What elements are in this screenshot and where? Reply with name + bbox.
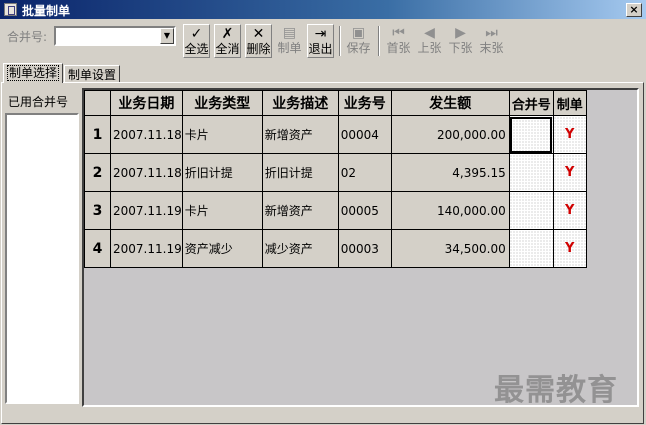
cell-date[interactable]: 2007.11.19 — [110, 191, 183, 230]
first-page-icon: ⏮ — [392, 25, 405, 41]
select-all-label: 全选 — [184, 42, 209, 56]
first-page-label: 首张 — [386, 41, 411, 55]
header-amount[interactable]: 发生额 — [390, 90, 510, 116]
delete-icon: ✕ — [252, 26, 265, 42]
cell-merge-number[interactable] — [508, 115, 554, 154]
table-row[interactable]: 2 2007.11.18 折旧计提 折旧计提 02 4,395.15 Y — [84, 153, 587, 192]
cell-make-flag[interactable]: Y — [552, 191, 587, 230]
prev-page-icon: ◀ — [424, 25, 435, 41]
close-button[interactable]: × — [626, 3, 642, 17]
prev-page-label: 上张 — [417, 41, 442, 55]
voucher-table: 业务日期 业务类型 业务描述 业务号 发生额 合并号 制单 1 2007.11.… — [84, 90, 587, 268]
cell-description[interactable]: 新增资产 — [261, 115, 339, 154]
last-page-label: 末张 — [479, 41, 504, 55]
cell-type[interactable]: 卡片 — [181, 115, 263, 154]
cell-merge-number[interactable] — [508, 191, 554, 230]
cell-make-flag[interactable]: Y — [552, 115, 587, 154]
cell-merge-number[interactable] — [508, 153, 554, 192]
header-business-type[interactable]: 业务类型 — [181, 90, 263, 116]
cell-make-flag[interactable]: Y — [552, 229, 587, 268]
tab-make-settings[interactable]: 制单设置 — [64, 65, 121, 83]
select-all-icon: ✓ — [190, 26, 203, 42]
deselect-all-label: 全消 — [215, 42, 240, 56]
header-row-number — [84, 90, 111, 116]
row-number[interactable]: 3 — [84, 191, 111, 230]
save-button[interactable]: ▣ 保存 — [345, 24, 372, 58]
merge-number-select[interactable]: ▼ — [54, 26, 176, 46]
first-page-button[interactable]: ⏮ 首张 — [385, 24, 412, 58]
voucher-grid[interactable]: 业务日期 业务类型 业务描述 业务号 发生额 合并号 制单 1 2007.11.… — [82, 88, 639, 407]
save-label: 保存 — [346, 41, 371, 55]
prev-page-button[interactable]: ◀ 上张 — [416, 24, 443, 58]
toolbar-separator — [339, 26, 341, 56]
cell-amount[interactable]: 4,395.15 — [390, 153, 510, 192]
tab-make-selection[interactable]: 制单选择 — [3, 63, 64, 83]
save-icon: ▣ — [351, 25, 366, 41]
cell-business-number[interactable]: 00003 — [337, 229, 392, 268]
exit-button[interactable]: ⇥ 退出 — [307, 24, 334, 58]
watermark: 最需教育 — [494, 373, 618, 408]
exit-label: 退出 — [308, 42, 333, 56]
merge-number-label: 合并号: — [7, 30, 48, 44]
cell-amount[interactable]: 140,000.00 — [390, 191, 510, 230]
tab-make-selection-label: 制单选择 — [7, 65, 60, 81]
used-merge-numbers-label: 已用合并号 — [8, 95, 69, 109]
delete-label: 删除 — [246, 42, 271, 56]
row-number[interactable]: 1 — [84, 115, 111, 154]
header-business-number[interactable]: 业务号 — [337, 90, 392, 116]
cell-amount[interactable]: 34,500.00 — [390, 229, 510, 268]
last-page-icon: ⏭ — [485, 25, 498, 41]
toolbar-separator — [378, 26, 380, 56]
cell-merge-number[interactable] — [508, 229, 554, 268]
cell-type[interactable]: 折旧计提 — [181, 153, 263, 192]
voucher-icon: ▤ — [282, 25, 297, 41]
cell-description[interactable]: 减少资产 — [261, 229, 339, 268]
make-voucher-button[interactable]: ▤ 制单 — [276, 24, 303, 58]
deselect-all-icon: ✗ — [221, 26, 234, 42]
grid-header-row: 业务日期 业务类型 业务描述 业务号 发生额 合并号 制单 — [84, 90, 587, 116]
cell-business-number[interactable]: 00005 — [337, 191, 392, 230]
header-merge-number[interactable]: 合并号 — [508, 90, 554, 116]
header-make-voucher[interactable]: 制单 — [552, 90, 587, 116]
row-number[interactable]: 2 — [84, 153, 111, 192]
cell-date[interactable]: 2007.11.19 — [110, 229, 183, 268]
next-page-icon: ▶ — [455, 25, 466, 41]
cell-date[interactable]: 2007.11.18 — [110, 153, 183, 192]
cell-description[interactable]: 折旧计提 — [261, 153, 339, 192]
chevron-down-icon[interactable]: ▼ — [160, 28, 174, 44]
cell-amount[interactable]: 200,000.00 — [390, 115, 510, 154]
header-business-date[interactable]: 业务日期 — [110, 90, 183, 116]
table-row[interactable]: 3 2007.11.19 卡片 新增资产 00005 140,000.00 Y — [84, 191, 587, 230]
cell-date[interactable]: 2007.11.18 — [110, 115, 183, 154]
table-row[interactable]: 4 2007.11.19 资产减少 减少资产 00003 34,500.00 Y — [84, 229, 587, 268]
next-page-button[interactable]: ▶ 下张 — [447, 24, 474, 58]
cell-type[interactable]: 卡片 — [181, 191, 263, 230]
make-voucher-label: 制单 — [277, 41, 302, 55]
table-row[interactable]: 1 2007.11.18 卡片 新增资产 00004 200,000.00 Y — [84, 115, 587, 154]
cell-description[interactable]: 新增资产 — [261, 191, 339, 230]
window-title: 批量制单 — [22, 4, 71, 18]
tab-make-settings-label: 制单设置 — [68, 68, 117, 82]
cell-business-number[interactable]: 02 — [337, 153, 392, 192]
exit-icon: ⇥ — [314, 26, 327, 42]
header-business-description[interactable]: 业务描述 — [261, 90, 339, 116]
cell-type[interactable]: 资产减少 — [181, 229, 263, 268]
select-all-button[interactable]: ✓ 全选 — [183, 24, 210, 58]
last-page-button[interactable]: ⏭ 末张 — [478, 24, 505, 58]
delete-button[interactable]: ✕ 删除 — [245, 24, 272, 58]
row-number[interactable]: 4 — [84, 229, 111, 268]
used-merge-numbers-list[interactable] — [5, 113, 79, 404]
cell-business-number[interactable]: 00004 — [337, 115, 392, 154]
app-icon — [4, 3, 17, 16]
cell-make-flag[interactable]: Y — [552, 153, 587, 192]
title-bar — [0, 0, 646, 19]
deselect-all-button[interactable]: ✗ 全消 — [214, 24, 241, 58]
next-page-label: 下张 — [448, 41, 473, 55]
